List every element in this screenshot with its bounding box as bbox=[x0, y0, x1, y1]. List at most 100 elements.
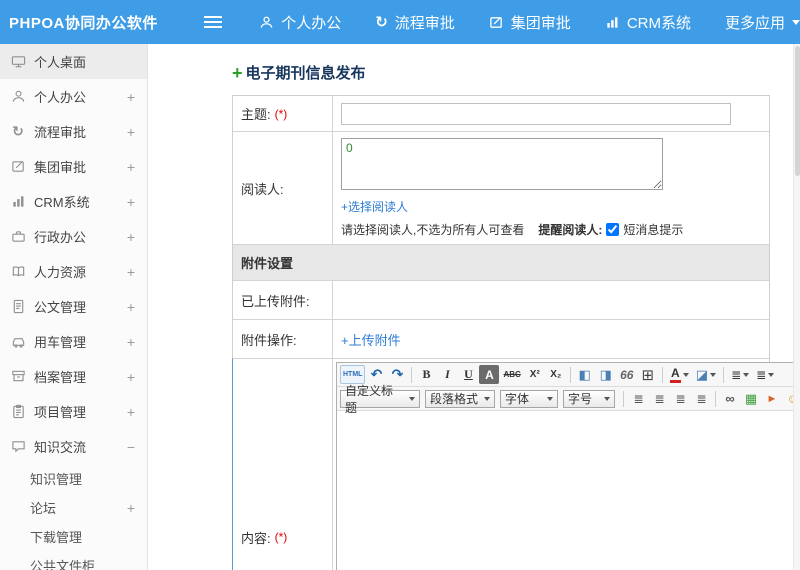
sidebar-item-label: CRM系统 bbox=[34, 195, 90, 210]
bold-button[interactable]: B bbox=[416, 365, 436, 384]
ordered-list-button[interactable]: ≣ bbox=[728, 365, 752, 384]
insert-media-icon[interactable]: ► bbox=[762, 389, 782, 408]
align-center-icon[interactable]: ≣ bbox=[649, 389, 669, 408]
eraser-icon[interactable]: ◧ bbox=[575, 365, 595, 384]
insert-image-icon[interactable]: ▦ bbox=[741, 389, 761, 408]
attachment-ops-label-cell: 附件操作: bbox=[233, 320, 333, 358]
sidebar-subitem-knowledge-mgmt[interactable]: 知识管理 bbox=[0, 464, 147, 493]
insert-table-icon[interactable]: ⊞ bbox=[638, 365, 658, 384]
expand-icon[interactable]: + bbox=[125, 229, 137, 245]
editor-toolbar-row1: HTML ↶ ↷ B I U A ABC X² X₂ ◧ ◨ 66 ⊞ A ◪ … bbox=[337, 363, 800, 387]
align-justify-icon[interactable]: ≣ bbox=[691, 389, 711, 408]
sms-notify-label: 短消息提示 bbox=[623, 223, 684, 237]
page-title: + 电子期刊信息发布 bbox=[232, 62, 770, 83]
expand-icon[interactable]: + bbox=[125, 194, 137, 210]
nav-label: CRM系统 bbox=[626, 14, 691, 32]
sidebar-item-admin-office[interactable]: 行政办公 + bbox=[0, 219, 147, 254]
expand-icon[interactable]: + bbox=[125, 159, 137, 175]
toolbar-divider bbox=[661, 366, 663, 383]
scrollbar-thumb[interactable] bbox=[795, 46, 800, 176]
sidebar-item-knowledge-exchange[interactable]: 知识交流 − bbox=[0, 429, 147, 464]
heading-select-value: 自定义标题 bbox=[345, 383, 394, 415]
attachment-ops-row: 附件操作: +上传附件 bbox=[233, 319, 769, 358]
sidebar: 个人桌面 个人办公 + ↻ 流程审批 + 集团审批 + CRM系统 + 行政办公… bbox=[0, 44, 148, 570]
font-family-select[interactable]: 字体 bbox=[500, 389, 558, 408]
vertical-scrollbar[interactable] bbox=[793, 44, 800, 570]
font-style-button[interactable]: A bbox=[479, 365, 500, 384]
text-color-button[interactable]: A bbox=[667, 365, 692, 384]
sidebar-subitem-public-file-cabinet[interactable]: 公共文件柜 bbox=[0, 551, 147, 570]
align-left-icon[interactable]: ≣ bbox=[628, 389, 648, 408]
sidebar-item-archive-mgmt[interactable]: 档案管理 + bbox=[0, 359, 147, 394]
sidebar-item-project-mgmt[interactable]: 项目管理 + bbox=[0, 394, 147, 429]
subscript-button[interactable]: X₂ bbox=[546, 365, 566, 384]
nav-label: 集团审批 bbox=[510, 14, 571, 32]
attachment-section-title: 附件设置 bbox=[233, 245, 769, 280]
insert-link-icon[interactable]: ∞ bbox=[720, 389, 740, 408]
text-color-icon: A bbox=[670, 365, 680, 380]
expand-icon[interactable]: + bbox=[125, 89, 137, 105]
chevron-down-icon bbox=[710, 372, 717, 380]
sidebar-item-label: 公共文件柜 bbox=[30, 559, 96, 570]
align-right-icon[interactable]: ≣ bbox=[670, 389, 690, 408]
color-bar bbox=[669, 379, 681, 383]
sidebar-item-label: 知识管理 bbox=[30, 472, 83, 487]
blockquote-button[interactable]: 66 bbox=[617, 365, 637, 384]
nav-group-approval[interactable]: 集团审批 bbox=[489, 12, 571, 33]
nav-more-apps[interactable]: 更多应用 bbox=[725, 12, 800, 33]
nav-process-approval[interactable]: ↻ 流程审批 bbox=[375, 12, 455, 33]
choose-readers-link[interactable]: +选择阅读人 bbox=[341, 198, 408, 215]
sms-notify-checkbox[interactable] bbox=[606, 223, 620, 236]
sidebar-item-document-mgmt[interactable]: 公文管理 + bbox=[0, 289, 147, 324]
subject-input-cell bbox=[333, 97, 769, 131]
upload-attachment-link[interactable]: +上传附件 bbox=[341, 330, 401, 349]
expand-icon[interactable]: + bbox=[125, 124, 137, 140]
readers-hint: 请选择阅读人,不选为所有人可查看 bbox=[341, 223, 525, 237]
expand-icon[interactable]: + bbox=[125, 500, 137, 516]
format-painter-icon[interactable]: ◨ bbox=[596, 365, 616, 384]
nav-crm-system[interactable]: CRM系统 bbox=[605, 12, 691, 33]
sidebar-item-personal-desktop[interactable]: 个人桌面 bbox=[0, 44, 147, 79]
nav-personal-office[interactable]: 个人办公 bbox=[259, 12, 341, 33]
readers-label-cell: 阅读人: bbox=[233, 132, 333, 244]
menu-toggle-button[interactable] bbox=[194, 21, 234, 23]
paragraph-format-select[interactable]: 段落格式 bbox=[425, 389, 495, 408]
clipboard-icon bbox=[10, 404, 26, 419]
superscript-button[interactable]: X² bbox=[525, 365, 545, 384]
unordered-list-button[interactable]: ≣ bbox=[753, 365, 777, 384]
heading-select[interactable]: 自定义标题 bbox=[340, 384, 420, 415]
chevron-down-icon bbox=[409, 396, 415, 404]
sidebar-item-label: 用车管理 bbox=[34, 335, 87, 350]
car-icon bbox=[10, 334, 26, 349]
sidebar-item-hr[interactable]: 人力资源 + bbox=[0, 254, 147, 289]
italic-button[interactable]: I bbox=[437, 365, 457, 384]
content-label: 内容: bbox=[241, 530, 271, 546]
expand-icon[interactable]: + bbox=[125, 369, 137, 385]
strikethrough-button[interactable]: ABC bbox=[500, 365, 523, 384]
nav-label: 流程审批 bbox=[394, 14, 455, 32]
font-size-select[interactable]: 字号 bbox=[563, 389, 615, 408]
editor-content-area[interactable] bbox=[337, 411, 800, 570]
sidebar-item-process-approval[interactable]: ↻ 流程审批 + bbox=[0, 114, 147, 149]
expand-icon[interactable]: + bbox=[125, 334, 137, 350]
desktop-icon bbox=[10, 54, 26, 69]
sidebar-subitem-download-mgmt[interactable]: 下载管理 bbox=[0, 522, 147, 551]
collapse-icon[interactable]: − bbox=[125, 439, 137, 455]
highlight-color-button[interactable]: ◪ bbox=[693, 365, 719, 384]
document-icon bbox=[10, 299, 26, 314]
sidebar-item-personal-office[interactable]: 个人办公 + bbox=[0, 79, 147, 114]
expand-icon[interactable]: + bbox=[125, 299, 137, 315]
sidebar-item-vehicle-mgmt[interactable]: 用车管理 + bbox=[0, 324, 147, 359]
expand-icon[interactable]: + bbox=[125, 404, 137, 420]
sidebar-item-crm[interactable]: CRM系统 + bbox=[0, 184, 147, 219]
subject-input[interactable] bbox=[341, 102, 731, 125]
readers-textarea[interactable]: 0 bbox=[341, 138, 663, 190]
expand-icon[interactable]: + bbox=[125, 264, 137, 280]
publish-form: 主题: (*) 阅读人: 0 +选择阅读人 请选择阅读人,不选为所有人可查看 提… bbox=[232, 95, 800, 570]
chevron-down-icon bbox=[604, 396, 610, 404]
content-label-cell: 内容: (*) bbox=[233, 359, 333, 570]
sidebar-subitem-forum[interactable]: 论坛 + bbox=[0, 493, 147, 522]
sidebar-item-label: 行政办公 bbox=[34, 230, 87, 245]
underline-button[interactable]: U bbox=[458, 365, 478, 384]
sidebar-item-group-approval[interactable]: 集团审批 + bbox=[0, 149, 147, 184]
